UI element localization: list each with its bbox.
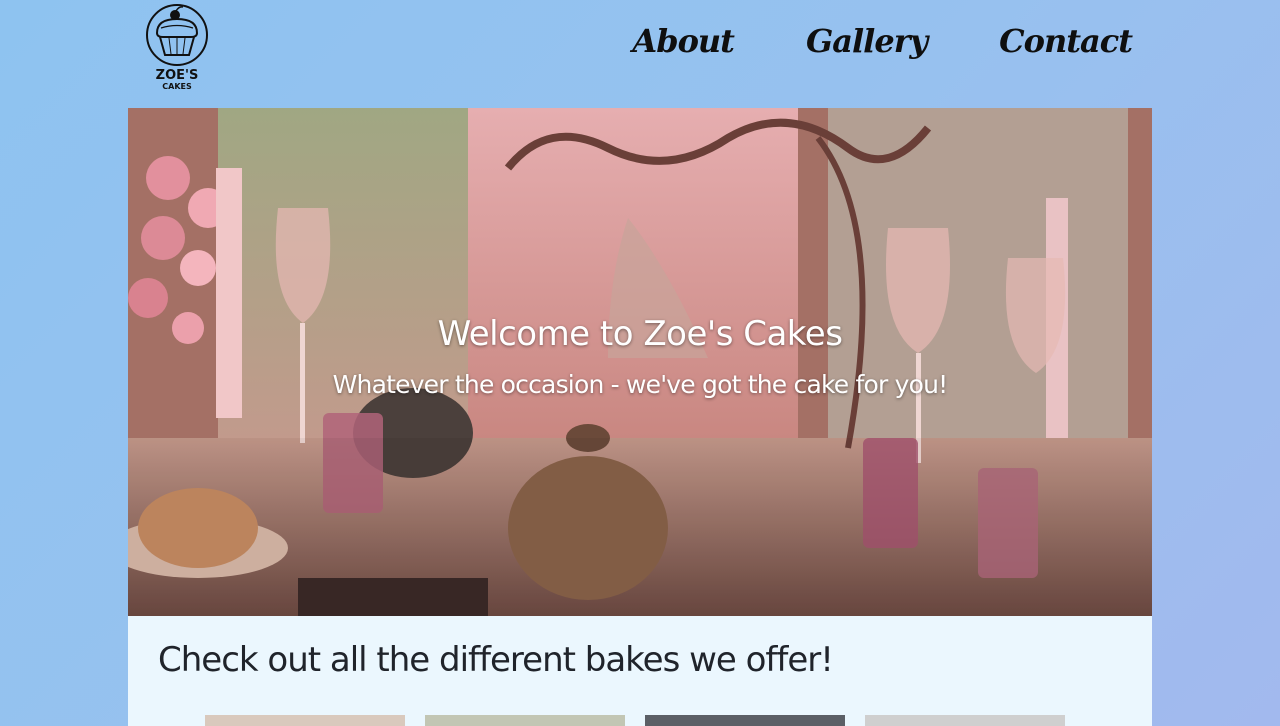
- logo-text-line1: ZOE'S: [156, 68, 199, 83]
- offers-section: Check out all the different bakes we off…: [128, 616, 1152, 726]
- logo-text-line2: CAKES: [162, 82, 192, 91]
- hero-table-setting-image: [128, 108, 1152, 616]
- bake-thumbnail-1[interactable]: [205, 715, 405, 726]
- nav-about[interactable]: About: [632, 22, 735, 60]
- bake-thumbnail-3[interactable]: [645, 715, 845, 726]
- site-header: ZOE'S CAKES About Gallery Contact: [0, 0, 1280, 108]
- offers-heading: Check out all the different bakes we off…: [158, 640, 834, 680]
- hero-subtitle: Whatever the occasion - we've got the ca…: [332, 370, 949, 399]
- hero-title: Welcome to Zoe's Cakes: [437, 314, 843, 354]
- hero-banner: Welcome to Zoe's Cakes Whatever the occa…: [128, 108, 1152, 616]
- nav-gallery[interactable]: Gallery: [806, 22, 928, 60]
- nav-contact[interactable]: Contact: [999, 22, 1133, 60]
- bake-thumbnail-2[interactable]: [425, 715, 625, 726]
- cupcake-logo-icon: ZOE'S CAKES: [146, 4, 208, 91]
- bake-thumbnail-4[interactable]: [865, 715, 1065, 726]
- main-nav: About Gallery Contact: [632, 22, 1133, 60]
- logo[interactable]: ZOE'S CAKES: [143, 3, 211, 91]
